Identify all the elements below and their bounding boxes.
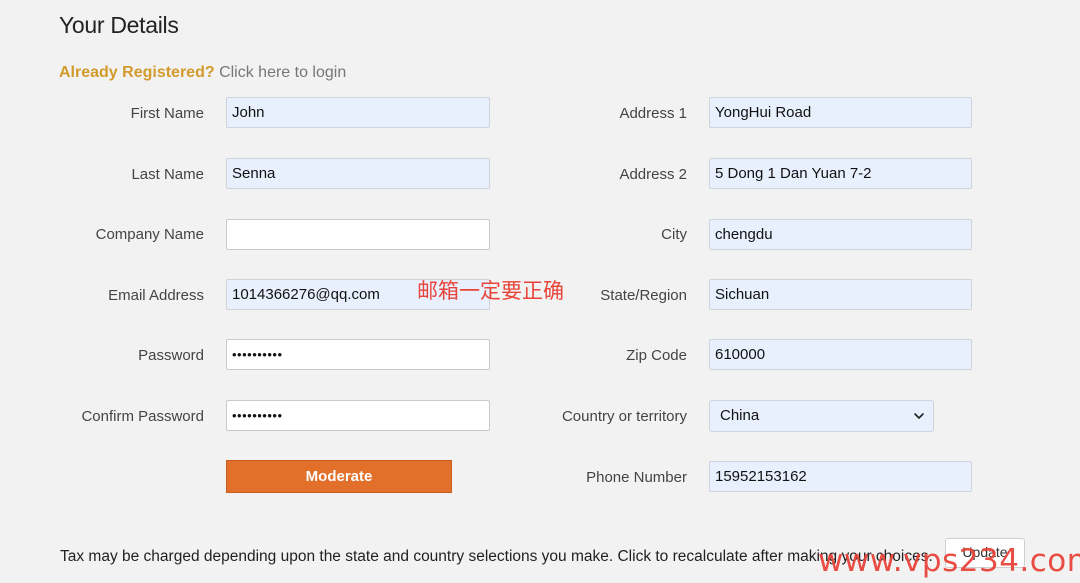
last-name-input[interactable]: Senna <box>226 158 490 189</box>
country-label: Country or territory <box>561 408 687 425</box>
chevron-down-icon <box>914 413 924 419</box>
address2-input[interactable]: 5 Dong 1 Dan Yuan 7-2 <box>709 158 972 189</box>
zip-label: Zip Code <box>626 347 687 364</box>
email-note-annotation: 邮箱一定要正确 <box>417 279 564 303</box>
confirm-password-label: Confirm Password <box>81 408 204 425</box>
password-label: Password <box>138 347 204 364</box>
watermark: www.vps234.com <box>818 543 1080 579</box>
company-name-label: Company Name <box>95 226 204 243</box>
address1-input[interactable]: YongHui Road <box>709 97 972 128</box>
company-name-input[interactable] <box>226 219 490 250</box>
phone-input[interactable]: 15952153162 <box>709 461 972 492</box>
state-input[interactable]: Sichuan <box>709 279 972 310</box>
phone-label: Phone Number <box>586 469 687 486</box>
tax-note: Tax may be charged depending upon the st… <box>60 548 933 565</box>
password-input[interactable]: •••••••••• <box>226 339 490 370</box>
address1-label: Address 1 <box>619 105 687 122</box>
submit-button[interactable]: Moderate <box>226 460 452 493</box>
last-name-label: Last Name <box>131 166 204 183</box>
login-link[interactable]: Click here to login <box>219 64 346 81</box>
address2-label: Address 2 <box>619 166 687 183</box>
confirm-password-input[interactable]: •••••••••• <box>226 400 490 431</box>
city-input[interactable]: chengdu <box>709 219 972 250</box>
country-selected-value: China <box>720 407 760 424</box>
zip-input[interactable]: 610000 <box>709 339 972 370</box>
city-label: City <box>661 226 687 243</box>
first-name-label: First Name <box>130 105 204 122</box>
page-title: Your Details <box>59 12 179 38</box>
email-label: Email Address <box>108 287 204 304</box>
first-name-input[interactable]: John <box>226 97 490 128</box>
login-line: Already Registered? Click here to login <box>59 64 346 82</box>
already-registered-label: Already Registered? <box>59 64 215 81</box>
state-label: State/Region <box>600 287 687 304</box>
country-select[interactable]: China <box>709 400 934 432</box>
